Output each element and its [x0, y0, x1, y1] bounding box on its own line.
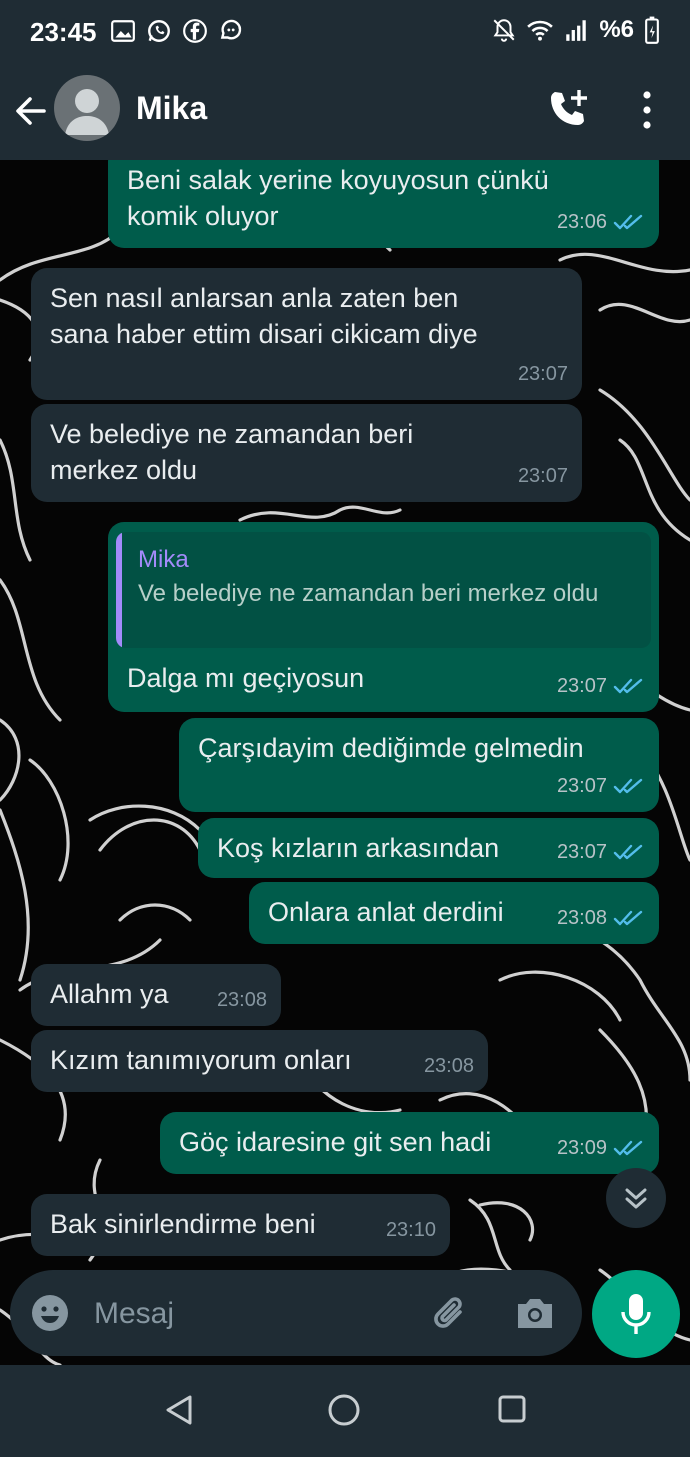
message-meta: 23:08 [557, 900, 645, 936]
message-time: 23:08 [423, 1055, 474, 1077]
battery-percent: %6 [599, 16, 634, 43]
message-time: 23:07 [556, 675, 607, 697]
facebook-icon [183, 19, 207, 43]
contact-name[interactable]: Mika [136, 90, 207, 127]
message-time: 23:07 [517, 363, 568, 385]
chat-area[interactable]: Beni salak yerine koyuyosun çünkü komik … [0, 160, 690, 1365]
status-left-icons [110, 18, 244, 44]
message-meta: 23:07 [557, 834, 645, 870]
message-bubble-outgoing[interactable]: Beni salak yerine koyuyosun çünkü komik … [108, 160, 659, 248]
message-time: 23:07 [517, 465, 568, 487]
camera-icon[interactable] [514, 1294, 556, 1332]
whatsapp-icon [148, 20, 170, 42]
message-text: Ve belediye ne zamandan beri merkez oldu [50, 419, 414, 485]
scroll-to-bottom-button[interactable] [606, 1168, 666, 1228]
read-ticks-icon [613, 214, 643, 230]
message-meta: 23:06 [557, 204, 645, 240]
add-call-icon[interactable] [545, 86, 591, 132]
message-bubble-incoming[interactable]: Sen nasıl anlarsan anla zaten ben sana h… [31, 268, 582, 400]
message-bubble-outgoing[interactable]: Çarşıdayim dediğimde gelmedin 23:07 [179, 718, 659, 812]
message-bubble-outgoing[interactable]: Koş kızların arkasından 23:07 [198, 818, 659, 878]
system-nav-bar [0, 1365, 690, 1457]
quoted-message[interactable]: Mika Ve belediye ne zamandan beri merkez… [116, 532, 651, 648]
message-text: Bak sinirlendirme beni [50, 1209, 316, 1239]
nav-recents-icon[interactable] [496, 1393, 528, 1425]
read-ticks-icon [613, 1140, 643, 1156]
message-text: Göç idaresine git sen hadi [179, 1127, 492, 1157]
status-right-icons: %6 [491, 16, 660, 44]
composer [0, 1270, 690, 1365]
message-bubble-incoming[interactable]: Ve belediye ne zamandan beri merkez oldu… [31, 404, 582, 502]
alarm-off-icon [493, 19, 515, 42]
chat-header: Mika [0, 64, 690, 160]
nav-home-icon[interactable] [326, 1392, 362, 1428]
message-text: Allahm ya [50, 979, 169, 1009]
emoji-icon[interactable] [30, 1293, 70, 1333]
status-bar: 23:45 %6 [0, 0, 690, 64]
message-time: 23:06 [556, 211, 607, 233]
quote-text: Ve belediye ne zamandan beri merkez oldu [138, 580, 599, 607]
message-text: Onlara anlat derdini [268, 897, 504, 927]
chat-bubble-icon [220, 19, 242, 40]
quote-author: Mika [138, 546, 189, 573]
attach-icon[interactable] [430, 1292, 470, 1334]
message-text: Çarşıdayim dediğimde gelmedin [198, 733, 584, 763]
read-ticks-icon [613, 844, 643, 860]
message-time: 23:08 [216, 989, 267, 1011]
read-ticks-icon [613, 778, 643, 794]
message-text: Koş kızların arkasından [217, 833, 500, 863]
composer-box [10, 1270, 582, 1356]
message-bubble-incoming[interactable]: Kızım tanımıyorum onları 23:08 [31, 1030, 488, 1092]
message-time: 23:10 [385, 1219, 436, 1241]
battery-icon [645, 16, 659, 44]
message-meta: 23:09 [557, 1130, 645, 1166]
avatar[interactable] [54, 75, 120, 141]
message-bubble-outgoing[interactable]: Göç idaresine git sen hadi 23:09 [160, 1112, 659, 1174]
quote-accent-bar [116, 532, 122, 648]
message-bubble-outgoing-reply[interactable]: Mika Ve belediye ne zamandan beri merkez… [108, 522, 659, 712]
read-ticks-icon [613, 910, 643, 926]
message-text: Dalga mı geçiyosun [127, 663, 365, 693]
back-arrow-icon[interactable] [12, 86, 52, 136]
message-time: 23:09 [556, 1137, 607, 1159]
wifi-icon [527, 20, 554, 41]
read-ticks-icon [613, 678, 643, 694]
more-vert-icon[interactable] [632, 88, 662, 132]
message-meta: 23:10 [386, 1212, 436, 1248]
voice-record-button[interactable] [592, 1270, 680, 1358]
message-meta: 23:07 [557, 768, 645, 804]
message-meta: 23:07 [518, 356, 568, 392]
message-text: Beni salak yerine koyuyosun çünkü komik … [127, 165, 549, 231]
message-time: 23:08 [556, 907, 607, 929]
message-time: 23:07 [556, 775, 607, 797]
message-time: 23:07 [556, 841, 607, 863]
message-text: Sen nasıl anlarsan anla zaten ben sana h… [50, 283, 478, 349]
message-meta: 23:08 [217, 982, 267, 1018]
avatar-icon [65, 89, 109, 135]
message-bubble-incoming[interactable]: Bak sinirlendirme beni 23:10 [31, 1194, 450, 1256]
gallery-icon [111, 20, 135, 42]
scroll-down-icon [625, 1188, 647, 1209]
signal-icon [566, 20, 587, 41]
mic-icon [621, 1294, 651, 1334]
nav-back-icon[interactable] [162, 1393, 196, 1427]
message-input[interactable] [92, 1290, 416, 1338]
message-meta: 23:07 [518, 458, 568, 494]
status-time: 23:45 [30, 17, 97, 47]
message-bubble-incoming[interactable]: Allahm ya 23:08 [31, 964, 281, 1026]
message-bubble-outgoing[interactable]: Onlara anlat derdini 23:08 [249, 882, 659, 944]
message-meta: 23:07 [557, 668, 645, 704]
message-meta: 23:08 [424, 1048, 474, 1084]
message-text: Kızım tanımıyorum onları [50, 1045, 352, 1075]
